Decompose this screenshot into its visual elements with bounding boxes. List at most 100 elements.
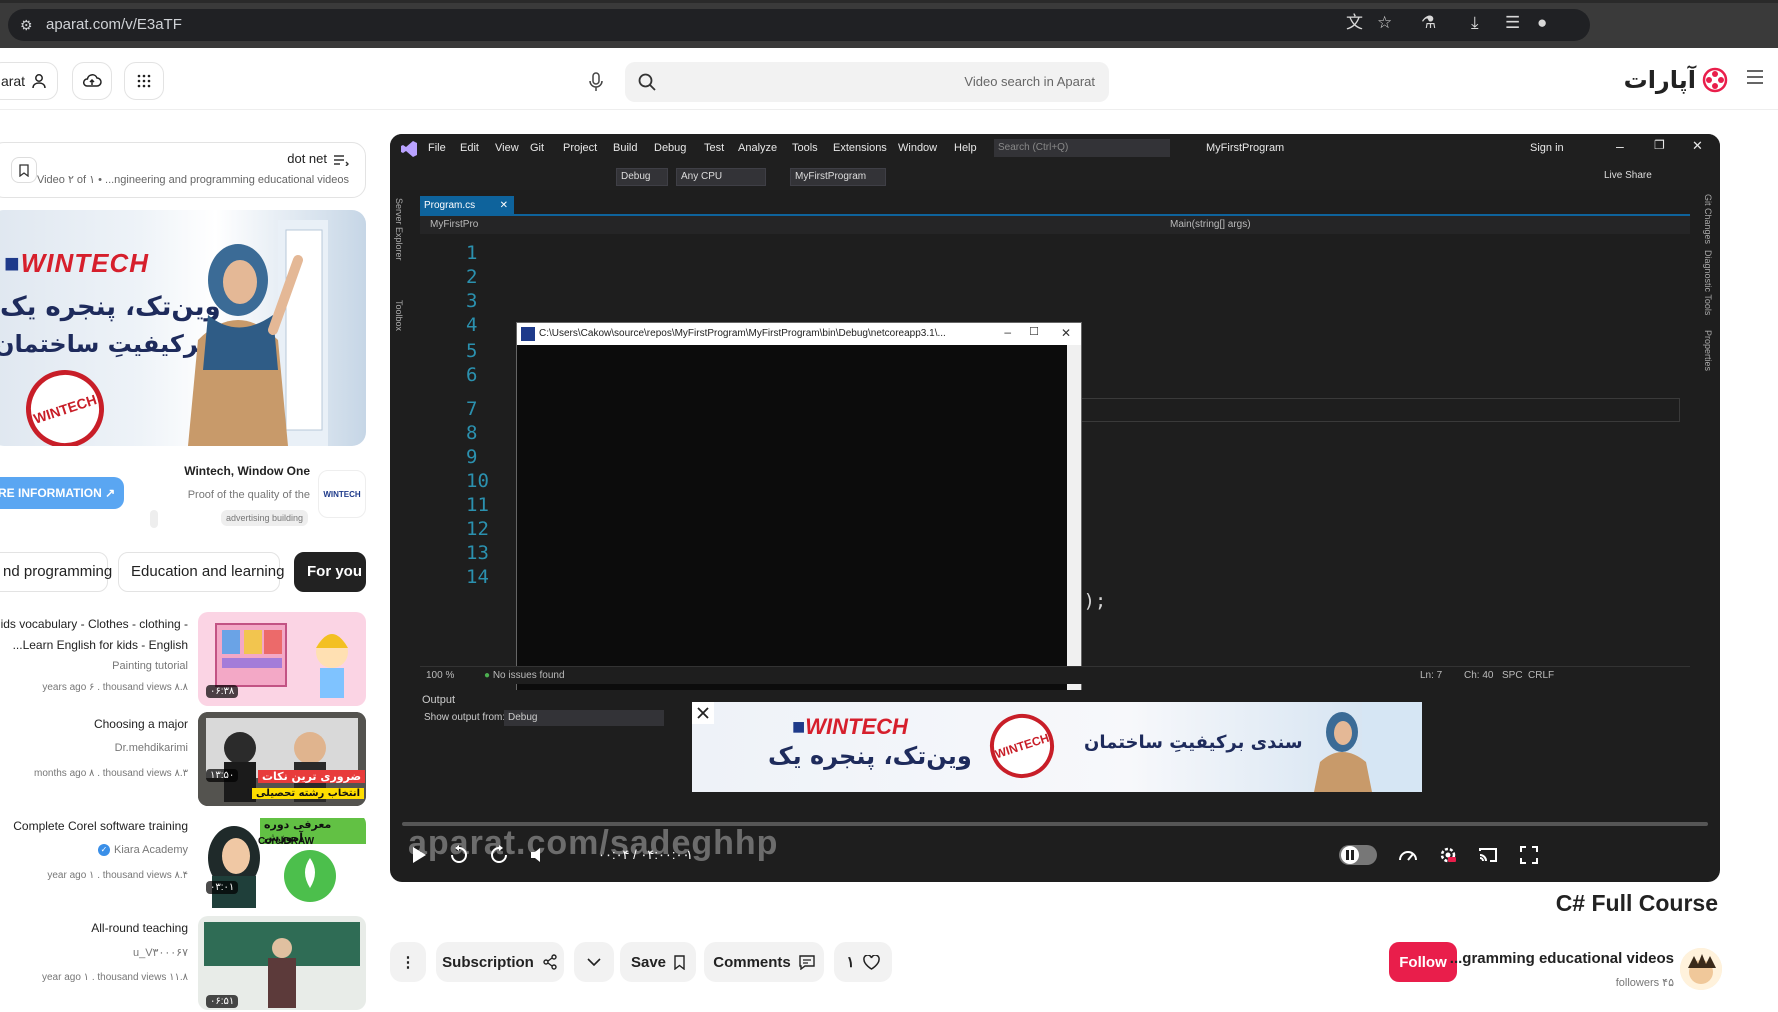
list-item[interactable]: ضروری ترین نکات انتخاب رشته تحصیلی ۱۳:۵۰… (0, 712, 366, 808)
menu-tools[interactable]: Tools (792, 142, 818, 154)
video-channel[interactable]: u_V۳۰۰۰۶۷ (133, 946, 188, 959)
channel-name[interactable]: ...gramming educational videos (1450, 950, 1674, 967)
video-title[interactable]: ids vocabulary - Clothes - clothing -...… (1, 614, 188, 656)
ad-close-button[interactable] (692, 702, 714, 724)
sign-in-link[interactable]: Sign in (1530, 142, 1564, 154)
video-thumbnail[interactable]: معرفی دوره آموزش CorelDRAW ۰۳:۰۱ (198, 814, 366, 908)
reading-list-icon[interactable]: ☰ (1505, 13, 1520, 33)
ide-search-box[interactable]: Search (Ctrl+Q) (994, 139, 1170, 157)
menu-git[interactable]: Git (530, 142, 544, 154)
ad-logo[interactable]: WINTECH (318, 470, 366, 518)
console-maximize-icon[interactable]: ☐ (1029, 325, 1039, 338)
fullscreen-button[interactable] (1516, 842, 1542, 868)
server-explorer-tab[interactable]: Server Explorer (394, 198, 404, 261)
console-scrollbar[interactable] (1067, 345, 1081, 721)
video-player[interactable]: File Edit View Git Project Build Debug T… (390, 134, 1720, 882)
like-button[interactable]: ۱ (834, 942, 892, 982)
download-icon[interactable]: ⤓ (1471, 13, 1479, 33)
share-button[interactable]: Subscription (436, 942, 564, 982)
list-item[interactable]: ۰۶:۵۱ All-round teaching u_V۳۰۰۰۶۷ year … (0, 916, 366, 1012)
search-input[interactable]: Video search in Aparat (625, 62, 1109, 102)
settings-button[interactable] (1435, 842, 1461, 868)
video-title[interactable]: Complete Corel software training (13, 816, 188, 837)
zoom-level[interactable]: 100 % (426, 667, 454, 685)
speed-button[interactable] (1395, 842, 1421, 868)
more-information-button[interactable]: RE INFORMATION ↗ (0, 477, 124, 509)
config-dropdown[interactable]: Debug (616, 168, 668, 186)
expand-button[interactable] (574, 942, 614, 982)
upload-button[interactable] (72, 62, 112, 100)
volume-button[interactable] (526, 842, 552, 868)
diagnostic-tools-tab[interactable]: Diagnostic Tools (1703, 250, 1713, 315)
video-title-heading: C# Full Course (1555, 890, 1718, 916)
restore-icon[interactable]: ❐ (1654, 138, 1665, 152)
video-channel[interactable]: Painting tutorial (112, 660, 188, 672)
list-item[interactable]: ۰۶:۳۸ ids vocabulary - Clothes - clothin… (0, 612, 366, 708)
menu-window[interactable]: Window (898, 142, 937, 154)
menu-build[interactable]: Build (613, 142, 637, 154)
menu-project[interactable]: Project (563, 142, 597, 154)
video-thumbnail[interactable]: ضروری ترین نکات انتخاب رشته تحصیلی ۱۳:۵۰ (198, 712, 366, 806)
ad-image[interactable]: ■WINTECH وین‌تک، پنجره یک سندی برکیفیتِ … (0, 210, 366, 446)
chip-for-you[interactable]: For you (294, 552, 366, 592)
video-title[interactable]: Choosing a major (94, 714, 188, 735)
apps-grid-button[interactable] (124, 62, 164, 100)
video-ad-banner[interactable]: ■WINTECH وین‌تک، پنجره یک WINTECH سندی ب… (692, 702, 1422, 792)
tab-close-icon[interactable]: ✕ (500, 196, 508, 216)
output-source-dropdown[interactable]: Debug (504, 710, 664, 726)
video-title[interactable]: All-round teaching (91, 918, 188, 939)
site-settings-icon[interactable]: ⚙ (20, 9, 33, 41)
bookmark-star-icon[interactable]: ☆ (1377, 13, 1392, 33)
voice-search-button[interactable] (578, 64, 614, 100)
bookmark-button[interactable] (11, 157, 37, 183)
close-icon[interactable]: ✕ (1692, 138, 1703, 154)
hamburger-menu-icon[interactable] (1746, 70, 1764, 84)
minimize-icon[interactable]: – (1616, 138, 1624, 154)
nav-member[interactable]: Main(string[] args) (1170, 216, 1251, 234)
autoplay-toggle[interactable] (1338, 842, 1378, 868)
list-item[interactable]: معرفی دوره آموزش CorelDRAW ۰۳:۰۱ Complet… (0, 814, 366, 910)
video-channel[interactable]: ✓ Kiara Academy (98, 844, 188, 856)
translate-icon[interactable]: 文 (1346, 13, 1363, 33)
rewind-button[interactable] (446, 842, 472, 868)
console-window[interactable]: C:\Users\Cakow\source\repos\MyFirstProgr… (516, 322, 1082, 722)
git-changes-tab[interactable]: Git Changes (1703, 194, 1713, 244)
menu-view[interactable]: View (495, 142, 519, 154)
toolbox-tab[interactable]: Toolbox (394, 300, 404, 331)
nav-project[interactable]: MyFirstPro (430, 216, 478, 234)
console-minimize-icon[interactable]: – (1004, 325, 1011, 339)
comments-button[interactable]: Comments (704, 942, 824, 982)
video-thumbnail[interactable]: ۰۶:۳۸ (198, 612, 366, 706)
forward-button[interactable] (486, 842, 512, 868)
chip-programming[interactable]: nd programming (0, 552, 112, 592)
login-button[interactable]: arat (0, 62, 58, 100)
play-button[interactable] (406, 842, 432, 868)
properties-tab[interactable]: Properties (1703, 330, 1713, 371)
platform-dropdown[interactable]: Any CPU (676, 168, 766, 186)
profile-icon[interactable]: ● (1537, 13, 1547, 33)
chip-education[interactable]: Education and learning (118, 552, 284, 592)
menu-extensions[interactable]: Extensions (833, 142, 887, 154)
video-channel[interactable]: Dr.mehdikarimi (115, 742, 188, 754)
menu-help[interactable]: Help (954, 142, 977, 154)
start-button[interactable]: MyFirstProgram (790, 168, 886, 186)
menu-test[interactable]: Test (704, 142, 724, 154)
menu-edit[interactable]: Edit (460, 142, 479, 154)
menu-debug[interactable]: Debug (654, 142, 686, 154)
avatar[interactable] (1680, 948, 1722, 990)
follow-button[interactable]: Follow (1389, 942, 1457, 982)
live-share-button[interactable]: Live Share (1604, 170, 1652, 181)
cast-button[interactable] (1475, 842, 1501, 868)
labs-flask-icon[interactable]: ⚗ (1421, 13, 1436, 33)
menu-file[interactable]: File (428, 142, 446, 154)
console-close-icon[interactable]: ✕ (1061, 326, 1071, 340)
menu-analyze[interactable]: Analyze (738, 142, 777, 154)
aparat-logo[interactable]: آپارات (1624, 63, 1728, 97)
save-button[interactable]: Save (620, 942, 696, 982)
seek-bar[interactable] (402, 822, 1708, 826)
playlist-card[interactable]: dot net Video ۲ of ۱ • ...ngineering and… (0, 142, 366, 198)
tab-program-cs[interactable]: Program.cs ✕ (420, 196, 514, 216)
more-options-button[interactable]: ⋮ (390, 942, 426, 982)
video-thumbnail[interactable]: ۰۶:۵۱ (198, 916, 366, 1010)
speed-indicator[interactable]: ۱ (686, 847, 693, 863)
